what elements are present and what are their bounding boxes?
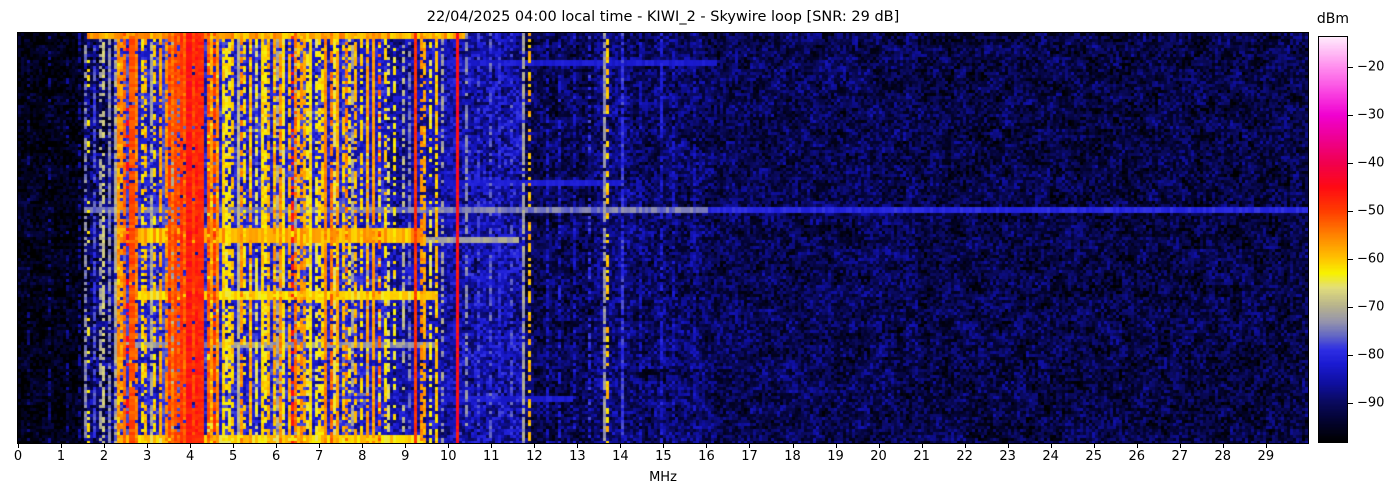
x-tick-mark (706, 444, 708, 448)
x-tick-label: 7 (315, 449, 324, 464)
x-tick-label: 6 (272, 449, 281, 464)
x-tick-label: 19 (827, 449, 844, 464)
colorbar-tick-label: −30 (1357, 107, 1385, 123)
x-tick-label: 18 (784, 449, 801, 464)
x-tick-mark (749, 444, 751, 448)
x-tick-label: 15 (655, 449, 672, 464)
x-tick-mark (1265, 444, 1267, 448)
colorbar-tick-label: −60 (1357, 251, 1385, 267)
x-tick-label: 12 (526, 449, 543, 464)
x-tick-mark (362, 444, 364, 448)
x-tick-mark (1007, 444, 1009, 448)
x-tick-label: 25 (1085, 449, 1102, 464)
x-tick-mark (1222, 444, 1224, 448)
colorbar-tick-label: −20 (1357, 59, 1385, 75)
x-tick-label: 13 (569, 449, 586, 464)
colorbar-tick-label: −90 (1357, 395, 1385, 411)
x-tick-mark (964, 444, 966, 448)
x-tick-label: 1 (56, 449, 66, 464)
colorbar-tick-mark (1348, 403, 1353, 404)
waterfall-heatmap (17, 32, 1309, 444)
x-tick-label: 0 (13, 449, 23, 464)
colorbar-tick-mark (1348, 115, 1353, 116)
x-tick-mark (1136, 444, 1138, 448)
x-tick-label: 8 (358, 449, 367, 464)
x-tick-label: 10 (440, 449, 457, 464)
x-tick-label: 22 (956, 449, 973, 464)
x-tick-mark (233, 444, 235, 448)
x-tick-mark (276, 444, 278, 448)
colorbar-tick-mark (1348, 211, 1353, 212)
colorbar-tick-label: −50 (1357, 203, 1385, 219)
x-tick-label: 2 (99, 449, 109, 464)
x-tick-label: 28 (1214, 449, 1232, 464)
x-tick-label: 26 (1128, 449, 1146, 464)
x-tick-label: 20 (870, 449, 887, 464)
colorbar-tick-label: −70 (1357, 299, 1385, 315)
x-tick-label: 3 (142, 449, 152, 464)
x-tick-mark (1050, 444, 1052, 448)
x-tick-mark (878, 444, 880, 448)
x-tick-mark (18, 444, 19, 448)
x-tick-label: 9 (401, 449, 410, 464)
chart-title: 22/04/2025 04:00 local time - KIWI_2 - S… (426, 9, 900, 25)
colorbar-label: dBm (1316, 11, 1350, 27)
x-tick-mark (61, 444, 63, 448)
x-tick-label: 24 (1042, 449, 1059, 464)
x-tick-label: 21 (913, 449, 930, 464)
x-tick-mark (1179, 444, 1181, 448)
x-tick-mark (792, 444, 794, 448)
colorbar-tick-mark (1348, 307, 1353, 308)
x-tick-mark (835, 444, 837, 448)
x-tick-mark (104, 444, 106, 448)
spectrogram-figure: 22/04/2025 04:00 local time - KIWI_2 - S… (0, 0, 1400, 500)
x-tick-mark (921, 444, 923, 448)
x-tick-label: 11 (483, 449, 500, 464)
x-tick-mark (620, 444, 622, 448)
x-tick-label: 14 (612, 449, 629, 464)
x-tick-label: 5 (229, 449, 238, 464)
x-tick-mark (448, 444, 450, 448)
x-tick-label: 4 (185, 449, 195, 464)
x-tick-mark (319, 444, 321, 448)
x-tick-label: 23 (999, 449, 1016, 464)
x-tick-mark (534, 444, 536, 448)
colorbar-tick-mark (1348, 67, 1353, 68)
x-tick-mark (405, 444, 407, 448)
x-tick-mark (663, 444, 665, 448)
x-tick-mark (1093, 444, 1095, 448)
colorbar (1318, 36, 1348, 443)
x-tick-label: 29 (1257, 449, 1275, 464)
colorbar-tick-mark (1348, 355, 1353, 356)
colorbar-tick-label: −80 (1357, 347, 1385, 363)
colorbar-tick-label: −40 (1357, 155, 1385, 171)
x-tick-mark (577, 444, 579, 448)
colorbar-tick-mark (1348, 259, 1353, 260)
x-tick-label: 16 (698, 449, 715, 464)
x-tick-mark (147, 444, 149, 448)
x-tick-mark (190, 444, 192, 448)
x-tick-label: 17 (741, 449, 758, 464)
x-tick-mark (491, 444, 493, 448)
x-tick-label: 27 (1171, 449, 1189, 464)
x-axis-label: MHz (649, 470, 677, 485)
colorbar-tick-mark (1348, 163, 1353, 164)
